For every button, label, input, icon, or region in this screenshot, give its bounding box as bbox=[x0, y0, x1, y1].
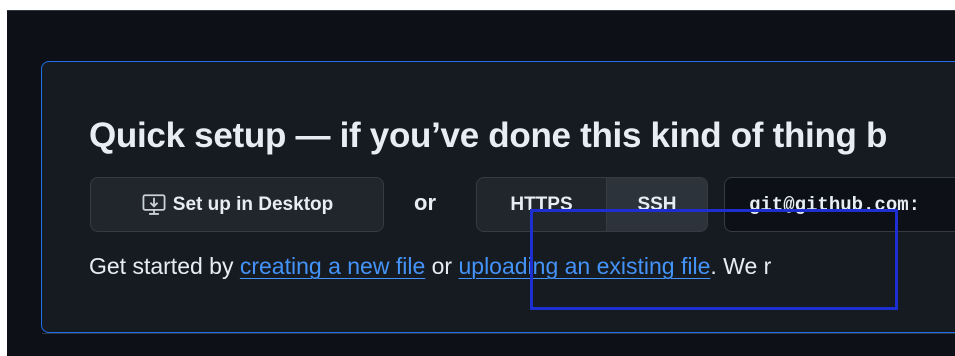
desktop-download-icon bbox=[141, 192, 167, 218]
clone-url-input[interactable] bbox=[749, 193, 955, 216]
page: Quick setup — if you’ve done this kind o… bbox=[0, 0, 955, 356]
or-separator: or bbox=[414, 190, 436, 215]
quick-setup-title: Quick setup — if you’ve done this kind o… bbox=[89, 116, 888, 155]
intro-suffix: . We r bbox=[710, 253, 772, 279]
uploading-existing-file-link[interactable]: uploading an existing file bbox=[458, 253, 710, 279]
set-up-in-desktop-button[interactable]: Set up in Desktop bbox=[90, 177, 384, 232]
set-up-in-desktop-label: Set up in Desktop bbox=[172, 193, 334, 215]
get-started-text: Get started by creating a new file or up… bbox=[89, 253, 771, 280]
clone-protocol-selector: HTTPS SSH bbox=[476, 177, 708, 232]
creating-new-file-link[interactable]: creating a new file bbox=[240, 253, 425, 279]
panel-divider bbox=[42, 333, 955, 334]
intro-middle: or bbox=[425, 253, 459, 279]
https-protocol-button[interactable]: HTTPS bbox=[477, 178, 607, 231]
ssh-protocol-button[interactable]: SSH bbox=[607, 178, 707, 231]
intro-prefix: Get started by bbox=[89, 253, 240, 279]
clone-url-field bbox=[724, 177, 955, 232]
